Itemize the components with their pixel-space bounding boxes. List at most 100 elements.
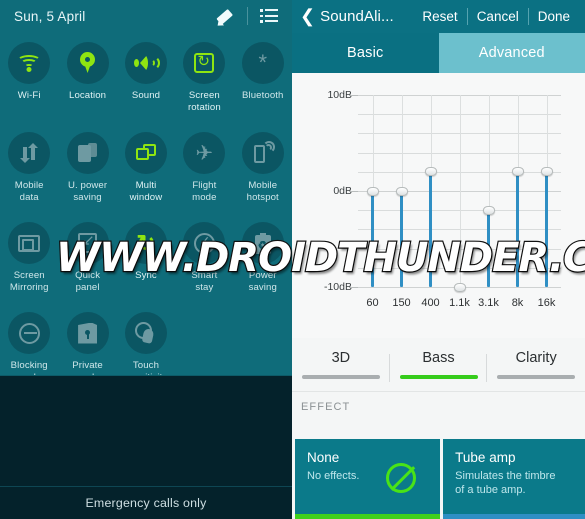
x-axis-tick-label: 400	[421, 297, 440, 309]
equalizer-band-400[interactable]	[428, 171, 433, 287]
screen: Sun, 5 April Wi-Fi Location Sound ↻ Scre…	[0, 0, 585, 519]
x-axis-tick-label: 1.1k	[449, 297, 470, 309]
equalizer-band-60[interactable]	[370, 191, 375, 287]
effect-selection-bar	[295, 514, 441, 519]
list-menu-icon[interactable]	[256, 4, 282, 28]
speaker-icon	[124, 42, 167, 84]
toggle-wifi[interactable]: Wi-Fi	[0, 38, 58, 128]
y-axis-tick	[349, 287, 358, 288]
date-label: Sun, 5 April	[14, 8, 86, 24]
toggle-label: Sound	[131, 90, 161, 101]
back-chevron-icon[interactable]: ❮	[298, 7, 320, 27]
notification-area: Emergency calls only	[0, 375, 292, 519]
toggle-mobile-hotspot[interactable]: Mobile hotspot	[234, 128, 292, 218]
location-pin-icon	[66, 42, 109, 84]
slider-bass[interactable]: Bass	[390, 350, 488, 382]
cancel-button[interactable]: Cancel	[468, 9, 528, 24]
pencil-icon[interactable]	[213, 4, 239, 29]
tab-basic[interactable]: Basic	[292, 33, 439, 73]
toggle-screen-mirroring[interactable]: Screen Mirroring	[0, 218, 58, 308]
equalizer-chart: 10dB 0dB -10dB 60 150 400 1.1k 3.1k 8k 16k	[292, 73, 585, 338]
sync-icon: ↻	[124, 222, 167, 264]
toggle-location[interactable]: Location	[58, 38, 116, 128]
y-axis-tick	[349, 191, 358, 192]
equalizer-handle-60[interactable]	[366, 186, 379, 196]
toggle-label: Sync	[135, 270, 157, 281]
soundalive-header: ❮ SoundAli... Reset Cancel Done	[292, 0, 585, 33]
effect-title: None	[307, 450, 340, 465]
slider-clarity[interactable]: Clarity	[487, 350, 585, 379]
toggle-label: Quick panel	[75, 270, 101, 293]
toggle-flight-mode[interactable]: ✈ Flight mode	[175, 128, 233, 218]
y-axis-tick-label: -10dB	[323, 281, 352, 293]
toggle-mobile-data[interactable]: Mobile data	[0, 128, 58, 218]
effect-card-tube-amp[interactable]: Tube amp Simulates the timbre of a tube a…	[443, 439, 585, 519]
page-title: SoundAli...	[320, 8, 394, 25]
quick-panel-icon	[66, 222, 109, 264]
slider-3d[interactable]: 3D	[292, 350, 390, 382]
effect-card-none[interactable]: None No effects.	[295, 439, 441, 519]
slider-track[interactable]	[301, 375, 380, 379]
toggle-ultra-power-saving[interactable]: U. power saving	[58, 128, 116, 218]
equalizer-handle-3.1k[interactable]	[482, 205, 495, 215]
status-text: Emergency calls only	[85, 496, 207, 510]
screen-rotation-icon	[183, 42, 226, 84]
airplane-icon: ✈	[183, 132, 226, 174]
equalizer-handle-400[interactable]	[424, 167, 437, 177]
toggle-row: ScreenMirroring Quickpanel ↻ Sync	[0, 218, 292, 308]
toggle-quick-panel[interactable]: Quickpanel	[58, 218, 116, 308]
toggle-sync[interactable]: ↻ Sync	[117, 218, 175, 308]
equalizer-band-150[interactable]	[399, 191, 404, 287]
toggle-label: Bluetooth	[242, 90, 284, 101]
mobile-hotspot-icon	[241, 132, 284, 174]
ultra-power-saving-icon	[66, 132, 109, 174]
effect-description: Simulates the timbre of a tube amp.	[455, 470, 556, 496]
reset-button[interactable]: Reset	[413, 9, 466, 24]
toggle-label: Multi window	[129, 180, 163, 203]
quick-settings-header: Sun, 5 April	[0, 0, 292, 32]
toggle-sound[interactable]: Sound	[117, 38, 175, 128]
x-axis-tick-label: 16k	[537, 297, 556, 309]
equalizer-handle-8k[interactable]	[511, 167, 524, 177]
wifi-icon	[8, 42, 51, 84]
equalizer-band-8k[interactable]	[515, 171, 520, 287]
toggle-smart-stay[interactable]: Smartstay	[175, 218, 233, 308]
toggle-label: U. power saving	[67, 180, 108, 203]
x-axis-tick-label: 8k	[511, 297, 524, 309]
toggle-multi-window[interactable]: Multi window	[117, 128, 175, 218]
x-axis-tick-label: 60	[366, 297, 379, 309]
toggle-label: Mobile data	[14, 180, 44, 203]
equalizer-handle-150[interactable]	[395, 186, 408, 196]
toggle-screen-rotation[interactable]: Screenrotation	[175, 38, 233, 128]
equalizer-band-16k[interactable]	[544, 171, 549, 287]
equalizer-handle-16k[interactable]	[540, 167, 553, 177]
toggle-label: Flight mode	[192, 180, 217, 203]
toggle-row: Mobiledata U. powersaving Multiwindow	[0, 128, 292, 218]
quick-toggle-grid: Wi-Fi Location Sound ↻ Screen rotation *…	[0, 32, 292, 398]
ban-icon	[386, 463, 417, 493]
gridline-vertical	[459, 95, 461, 287]
equalizer-band-3.1k[interactable]	[486, 210, 491, 287]
toggle-bluetooth[interactable]: * Bluetooth	[234, 38, 292, 128]
header-divider	[247, 7, 248, 25]
slider-label: Clarity	[515, 350, 557, 366]
bluetooth-icon: *	[241, 42, 284, 84]
done-button[interactable]: Done	[529, 9, 579, 24]
effect-title: Tube amp	[455, 450, 516, 465]
toggle-label: Smart stay	[191, 270, 218, 293]
power-saving-icon: ♻	[241, 222, 284, 264]
slider-track[interactable]	[497, 375, 576, 379]
toggle-label: Wi-Fi	[17, 90, 41, 101]
toggle-label: Power saving	[248, 270, 277, 293]
effect-selection-bar	[443, 514, 585, 519]
tab-advanced[interactable]: Advanced	[438, 33, 585, 73]
multi-window-icon	[124, 132, 167, 174]
quick-settings-panel: Sun, 5 April Wi-Fi Location Sound ↻ Scre…	[0, 0, 292, 519]
equalizer-handle-1.1k[interactable]	[453, 282, 466, 292]
slider-track[interactable]	[399, 375, 478, 379]
blocking-mode-icon	[8, 312, 51, 354]
pencil-glyph	[214, 7, 235, 29]
toggle-power-saving[interactable]: ♻ Power saving	[234, 218, 292, 308]
equalizer-plot[interactable]	[358, 95, 561, 292]
private-mode-icon	[66, 312, 109, 354]
